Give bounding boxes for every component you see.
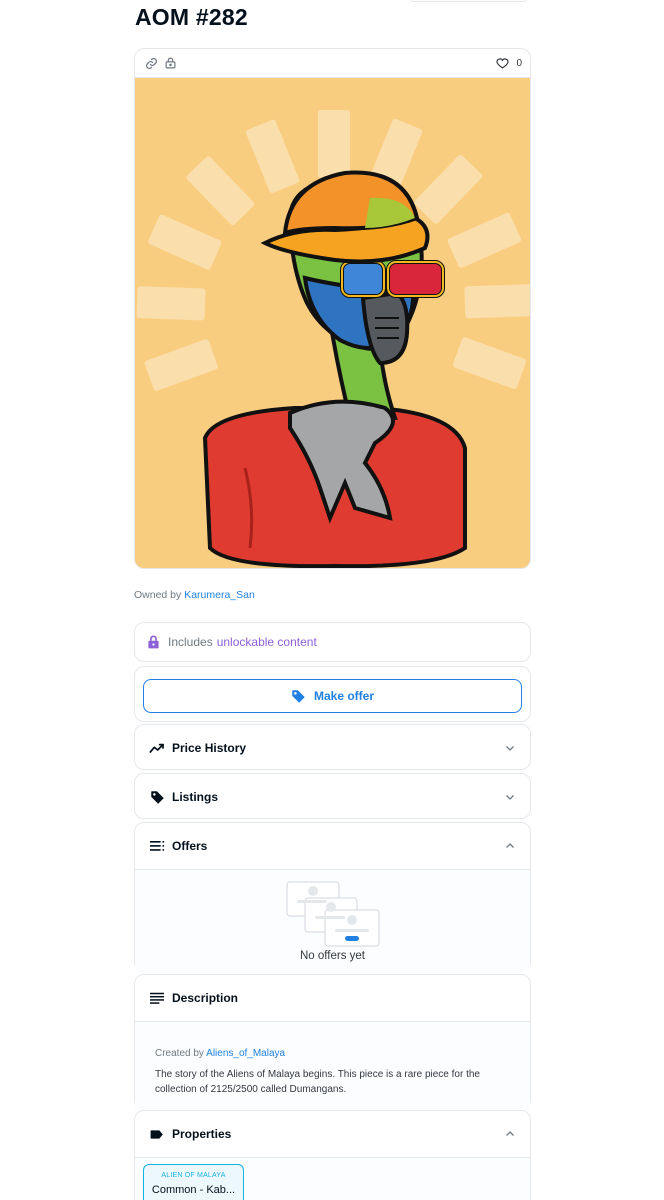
make-offer-button[interactable]: Make offer xyxy=(143,679,522,713)
unlockable-prefix: Includes xyxy=(168,635,213,649)
empty-offers-illustration-icon xyxy=(286,881,380,947)
lock-icon[interactable] xyxy=(162,55,178,71)
list-icon xyxy=(149,838,165,854)
offers-header[interactable]: Offers xyxy=(135,823,530,869)
favorite-count: 0 xyxy=(516,57,522,69)
nft-item-page: AOM #282 0 Owned by Karumera_San Include… xyxy=(0,0,664,1200)
creator-line: Created by Aliens_of_Malaya xyxy=(155,1046,510,1061)
listings-title: Listings xyxy=(172,790,219,804)
description-header[interactable]: Description xyxy=(135,975,530,1021)
property-type: ALIEN OF MALAYA xyxy=(161,1172,226,1179)
no-offers-text: No offers yet xyxy=(300,950,365,962)
heart-icon[interactable] xyxy=(494,55,510,71)
description-title: Description xyxy=(172,991,239,1005)
offers-empty-state: No offers yet xyxy=(135,869,530,972)
property-value: Common - Kab... xyxy=(151,1184,236,1196)
offers-section: Offers No offers yet xyxy=(134,822,531,972)
property-chip[interactable]: ALIEN OF MALAYA Common - Kab... xyxy=(143,1164,244,1200)
alien-portrait-image[interactable] xyxy=(135,78,530,568)
creator-link[interactable]: Aliens_of_Malaya xyxy=(206,1048,285,1059)
owner-line: Owned by Karumera_San xyxy=(134,589,255,601)
link-icon[interactable] xyxy=(143,55,159,71)
description-lines-icon xyxy=(149,990,165,1006)
properties-body: ALIEN OF MALAYA Common - Kab... xyxy=(135,1157,530,1200)
description-body: Created by Aliens_of_Malaya The story of… xyxy=(135,1021,530,1117)
owner-link[interactable]: Karumera_San xyxy=(184,589,255,601)
owner-prefix: Owned by xyxy=(134,589,182,601)
top-header-edge xyxy=(410,0,528,2)
unlockable-link[interactable]: unlockable content xyxy=(217,635,317,649)
tag-icon xyxy=(292,689,305,703)
page-title: AOM #282 xyxy=(135,4,248,30)
unlockable-panel[interactable]: Includes unlockable content xyxy=(134,622,531,662)
creator-prefix: Created by xyxy=(155,1048,204,1059)
description-section: Description Created by Aliens_of_Malaya … xyxy=(134,974,531,1117)
price-history-title: Price History xyxy=(172,741,247,755)
chevron-down-icon[interactable] xyxy=(504,742,516,754)
lock-icon xyxy=(148,635,159,649)
asset-toolbar: 0 xyxy=(135,49,530,78)
chevron-down-icon[interactable] xyxy=(504,791,516,803)
properties-title: Properties xyxy=(172,1127,232,1141)
label-icon xyxy=(149,1126,165,1142)
offer-panel: Make offer xyxy=(134,666,531,722)
description-text: The story of the Aliens of Malaya begins… xyxy=(155,1069,480,1095)
properties-header[interactable]: Properties xyxy=(135,1111,530,1157)
chevron-up-icon[interactable] xyxy=(504,840,516,852)
chevron-up-icon[interactable] xyxy=(504,1128,516,1140)
make-offer-label: Make offer xyxy=(313,689,375,703)
price-history-section[interactable]: Price History xyxy=(134,724,531,770)
offers-title: Offers xyxy=(172,839,208,853)
tag-icon xyxy=(149,789,165,805)
trend-line-icon xyxy=(149,740,165,756)
asset-card: 0 xyxy=(134,48,531,569)
properties-section: Properties ALIEN OF MALAYA Common - Kab.… xyxy=(134,1110,531,1200)
listings-section[interactable]: Listings xyxy=(134,773,531,819)
